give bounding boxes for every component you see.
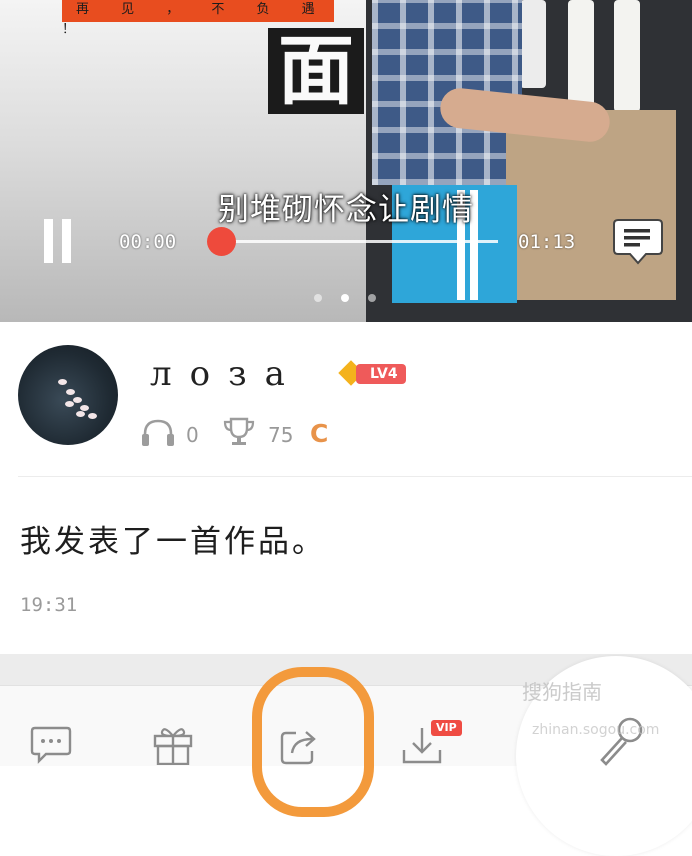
avatar-flower (76, 411, 85, 417)
avatar-flower (65, 401, 74, 407)
headphones-icon (140, 416, 176, 452)
current-time: 00:00 (119, 231, 177, 253)
watermark: 搜狗指南 (522, 680, 602, 704)
poster-banner: 再 见 ， 不 负 遇 ！ (62, 0, 334, 37)
divider (18, 476, 692, 477)
seek-thumb[interactable] (207, 227, 236, 256)
page-dot[interactable] (341, 294, 349, 302)
post-time: 19:31 (20, 594, 78, 616)
share-button[interactable] (278, 727, 320, 771)
post-text: 我发表了一首作品。 (20, 524, 326, 560)
comment-button[interactable] (30, 725, 72, 769)
level-label: LV4 (356, 364, 406, 384)
video-player[interactable]: 再 见 ， 不 负 遇 ！ 面 别堆砌怀念让剧情 00:00 01:13 (0, 0, 692, 322)
page-dot[interactable] (368, 294, 376, 302)
danmaku-icon (613, 219, 663, 265)
watermark-url: zhinan.sogou.com (532, 722, 660, 738)
page-dot[interactable] (314, 294, 322, 302)
vip-badge: VIP (431, 720, 462, 736)
username[interactable]: лоза (150, 354, 303, 394)
avatar-flower (66, 389, 75, 395)
microphone-icon (600, 717, 643, 766)
avatar-flower (58, 379, 67, 385)
gift-icon (153, 728, 193, 766)
trophy-icon (222, 416, 256, 452)
comment-icon (30, 726, 72, 764)
avatar[interactable] (18, 345, 118, 445)
poster-glyph: 面 (268, 28, 364, 114)
share-icon (280, 731, 316, 765)
video-subtitle: 别堆砌怀念让剧情 (218, 192, 474, 228)
listen-count: 0 (186, 423, 199, 447)
pause-button[interactable] (40, 219, 76, 265)
pause-icon-bar (62, 219, 71, 263)
scene-tube (568, 0, 594, 112)
duration-time: 01:13 (518, 231, 576, 253)
pause-icon (44, 219, 53, 263)
avatar-flower (73, 397, 82, 403)
gift-button[interactable] (152, 723, 194, 769)
seek-bar[interactable] (222, 240, 498, 243)
c-mark: C (310, 419, 329, 448)
avatar-flower (88, 413, 97, 419)
danmaku-toggle-button[interactable] (612, 216, 664, 266)
trophy-count: 75 (268, 423, 294, 447)
scene-tube (614, 0, 640, 112)
scene-tube (520, 0, 546, 88)
